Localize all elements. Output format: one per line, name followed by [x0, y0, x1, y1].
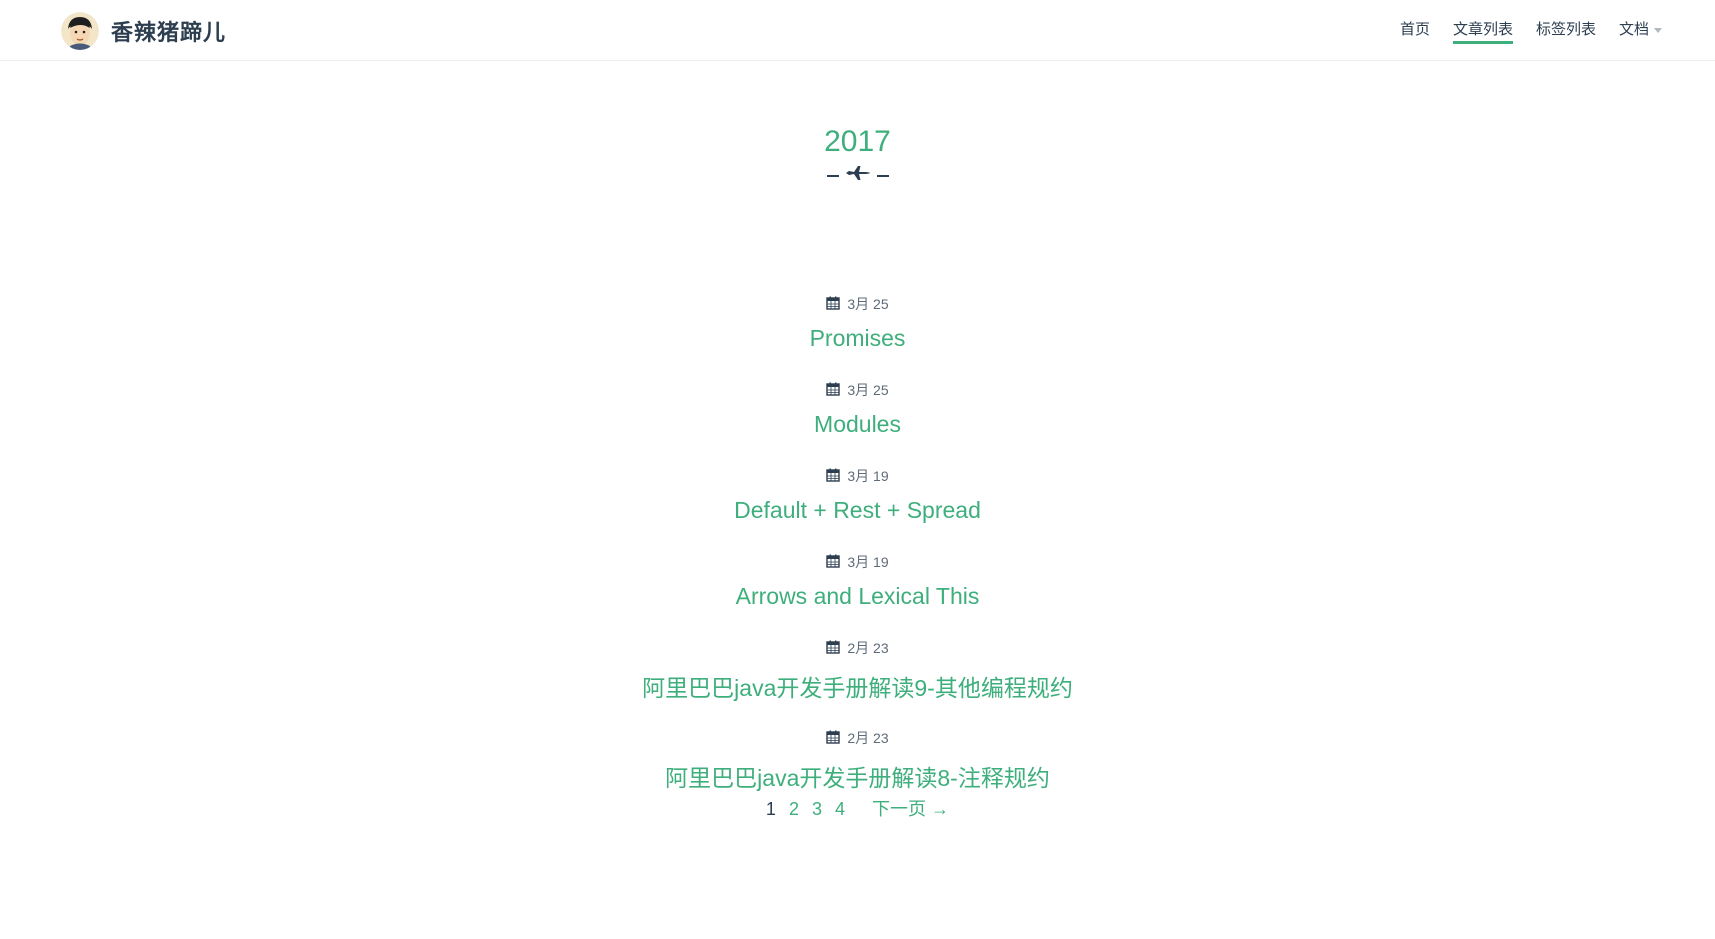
airplane-icon [845, 165, 871, 186]
calendar-icon [826, 730, 841, 747]
post-date-text: 3月 19 [847, 468, 889, 484]
post-date: 3月 19 [0, 466, 1715, 486]
next-page-link[interactable]: 下一页 → [872, 795, 949, 821]
year-divider [0, 165, 1715, 186]
nav-home[interactable]: 首页 [1400, 18, 1430, 44]
site-title[interactable]: 香辣猪蹄儿 [111, 15, 226, 47]
post-item: 3月 25 Modules [0, 380, 1715, 438]
post-date: 2月 23 [0, 638, 1715, 658]
pagination: 1 2 3 4 下一页 → [0, 795, 1715, 821]
post-date: 3月 25 [0, 294, 1715, 314]
calendar-icon [826, 640, 841, 657]
top-navbar: 香辣猪蹄儿 首页 文章列表 标签列表 文档 [0, 0, 1715, 61]
post-title-link[interactable]: 阿里巴巴java开发手册解读8-注释规约 [0, 759, 1715, 793]
calendar-icon [826, 296, 841, 313]
page-1-current: 1 [765, 799, 776, 819]
post-date-text: 3月 25 [847, 296, 889, 312]
post-item: 3月 25 Promises [0, 294, 1715, 352]
post-item: 3月 19 Arrows and Lexical This [0, 552, 1715, 610]
page-3-link[interactable]: 3 [812, 799, 822, 820]
post-item: 3月 19 Default + Rest + Spread [0, 466, 1715, 524]
chevron-down-icon [1654, 27, 1662, 33]
post-title-link[interactable]: Modules [0, 411, 1715, 438]
calendar-icon [826, 382, 841, 399]
avatar[interactable] [61, 12, 99, 50]
post-date-text: 2月 23 [847, 640, 889, 656]
post-date-text: 3月 25 [847, 382, 889, 398]
post-item: 2月 23 阿里巴巴java开发手册解读8-注释规约 [0, 728, 1715, 793]
post-title-link[interactable]: Arrows and Lexical This [0, 583, 1715, 610]
post-date-text: 2月 23 [847, 730, 889, 746]
nav-docs-dropdown[interactable]: 文档 [1619, 18, 1662, 44]
post-date: 3月 19 [0, 552, 1715, 572]
archive-year: 2017 [824, 125, 891, 158]
post-date: 3月 25 [0, 380, 1715, 400]
nav-tag-list[interactable]: 标签列表 [1536, 18, 1596, 44]
page-2-link[interactable]: 2 [789, 799, 799, 820]
page-4-link[interactable]: 4 [835, 799, 845, 820]
post-title-link[interactable]: 阿里巴巴java开发手册解读9-其他编程规约 [0, 669, 1715, 703]
post-date-text: 3月 19 [847, 554, 889, 570]
calendar-icon [826, 554, 841, 571]
calendar-icon [826, 468, 841, 485]
main-nav: 首页 文章列表 标签列表 文档 [1400, 18, 1662, 44]
divider-dash-right [876, 174, 889, 177]
nav-docs-label: 文档 [1618, 21, 1649, 38]
post-item: 2月 23 阿里巴巴java开发手册解读9-其他编程规约 [0, 638, 1715, 703]
site-brand[interactable]: 香辣猪蹄儿 [61, 12, 226, 50]
post-title-link[interactable]: Default + Rest + Spread [0, 497, 1715, 524]
post-title-link[interactable]: Promises [0, 325, 1715, 352]
divider-dash-left [826, 174, 839, 177]
nav-article-list[interactable]: 文章列表 [1452, 18, 1513, 44]
post-date: 2月 23 [0, 728, 1715, 748]
